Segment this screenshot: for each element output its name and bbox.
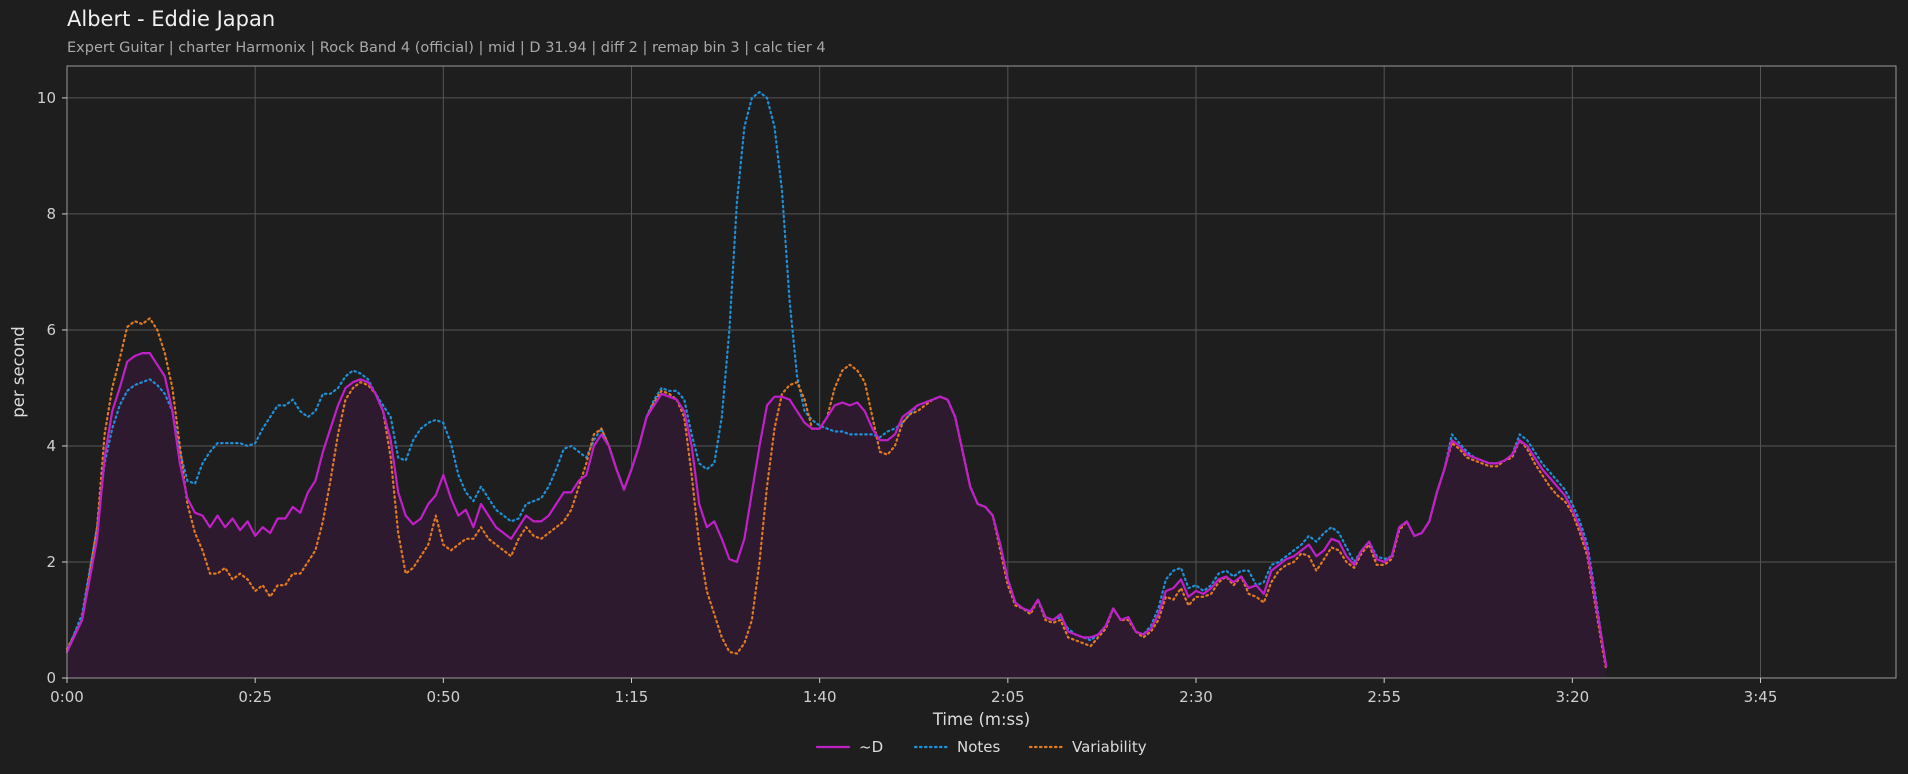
x-tick-label: 1:40: [803, 688, 837, 706]
y-tick-label: 2: [46, 553, 56, 571]
chart-canvas: 0:00 0:25 0:50 1:15 1:40 2:05 2:30 2:55 3:20 3:45…: [9, 65, 1897, 756]
legend-label: Variability: [1072, 738, 1147, 756]
x-tick-label: 2:30: [1179, 688, 1213, 706]
legend: ~D Notes Variability: [815, 738, 1147, 756]
x-tick-label: 2:55: [1367, 688, 1401, 706]
d-area-fill: [67, 353, 1607, 678]
y-tick-label: 4: [46, 437, 56, 455]
y-tick-label: 8: [46, 205, 56, 223]
x-tick-label: 3:20: [1556, 688, 1590, 706]
x-tick-label: 3:45: [1744, 688, 1778, 706]
y-tick-label: 10: [37, 89, 56, 107]
legend-label: ~D: [859, 738, 883, 756]
x-tick-label: 1:15: [615, 688, 649, 706]
x-tick-label: 0:25: [238, 688, 272, 706]
y-tick-label: 0: [46, 669, 56, 687]
y-axis-ticks: 0 2 4 6 8 10: [37, 89, 67, 687]
area-fill: [67, 353, 1607, 678]
x-tick-label: 0:00: [50, 688, 84, 706]
legend-label: Notes: [957, 738, 1001, 756]
x-axis-label: Time (m:ss): [932, 710, 1030, 729]
x-tick-label: 0:50: [426, 688, 460, 706]
x-axis-ticks: 0:00 0:25 0:50 1:15 1:40 2:05 2:30 2:55 3:20 3:45: [50, 678, 1777, 706]
y-tick-label: 6: [46, 321, 56, 339]
y-axis-label: per second: [9, 326, 28, 418]
x-tick-label: 2:05: [991, 688, 1025, 706]
